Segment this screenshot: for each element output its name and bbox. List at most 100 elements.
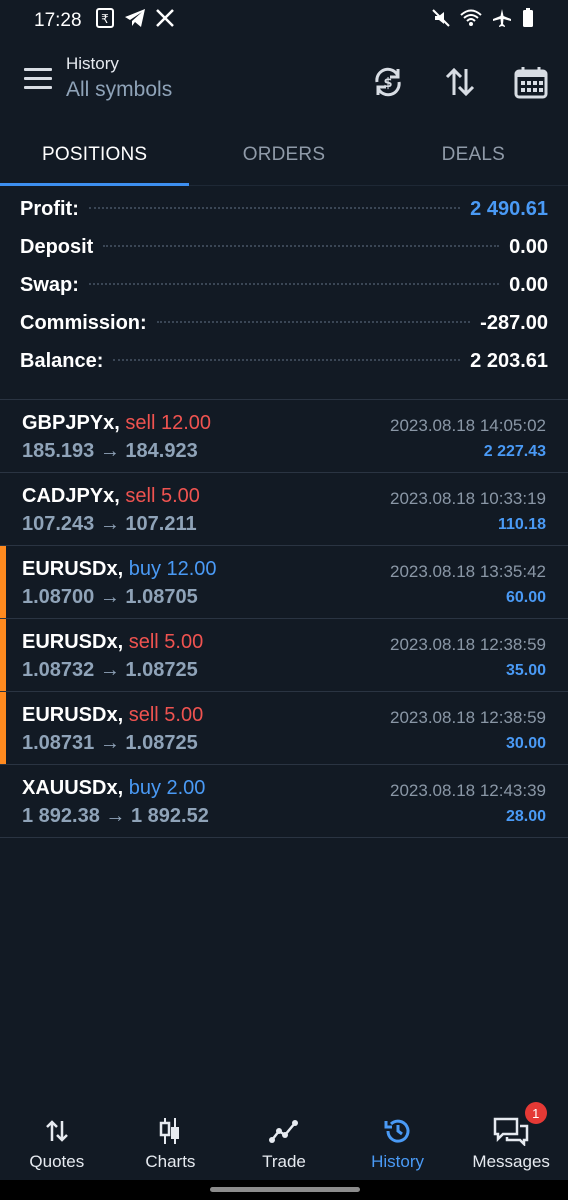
symbol-name: EURUSDx,: [22, 704, 124, 726]
telegram-icon: [124, 8, 146, 34]
nav-label: Charts: [145, 1152, 196, 1171]
list-item[interactable]: EURUSDx, sell 5.00 1.08732 → 1.08725 202…: [0, 619, 568, 692]
trade-symbol: CADJPYx, sell 5.00: [22, 485, 200, 508]
trade-side: buy 12.00: [128, 558, 217, 580]
trade-prices: 1.08732 → 1.08725: [22, 659, 198, 681]
charts-icon: [114, 1114, 228, 1148]
open-position-marker: [0, 546, 6, 618]
notification-badge: 1: [524, 1102, 547, 1124]
trade-icon: [227, 1114, 341, 1148]
x-icon: [155, 9, 174, 33]
tab-positions[interactable]: POSITIONS: [0, 126, 190, 186]
trade-time: 2023.08.18 12:38:59: [390, 708, 546, 727]
summary-label: Commission:: [20, 312, 147, 334]
nav-label: Quotes: [29, 1152, 85, 1171]
wifi-icon: [460, 9, 482, 33]
trade-side: sell 12.00: [125, 412, 212, 434]
menu-icon[interactable]: [24, 68, 52, 92]
battery-icon: [522, 8, 534, 34]
list-item[interactable]: CADJPYx, sell 5.00 107.243 → 107.211 202…: [0, 473, 568, 546]
tab-deals[interactable]: DEALS: [379, 126, 568, 185]
list-item[interactable]: GBPJPYx, sell 12.00 185.193 → 184.923 20…: [0, 400, 568, 473]
trade-side: sell 5.00: [128, 704, 204, 726]
app-header: History All symbols $: [0, 46, 568, 118]
nav-label: History: [371, 1152, 425, 1171]
nav-messages[interactable]: 1 Messages: [454, 1102, 568, 1180]
summary-balance: Balance: 2 203.61: [20, 350, 548, 388]
symbol-filter[interactable]: All symbols: [66, 78, 172, 102]
summary-swap: Swap: 0.00: [20, 274, 548, 312]
airplane-icon: [492, 8, 512, 34]
trade-time: 2023.08.18 10:33:19: [390, 489, 546, 508]
status-time: 17:28: [34, 10, 82, 31]
history-icon: [341, 1114, 455, 1148]
trade-profit: 2 227.43: [483, 443, 546, 460]
trade-side: buy 2.00: [128, 777, 206, 799]
home-indicator[interactable]: [210, 1187, 360, 1192]
trade-prices: 1 892.38 → 1 892.52: [22, 805, 209, 827]
symbol-name: EURUSDx,: [22, 631, 124, 653]
trade-profit: 60.00: [505, 589, 546, 606]
list-item[interactable]: EURUSDx, sell 5.00 1.08731 → 1.08725 202…: [0, 692, 568, 765]
rupee-icon: ₹: [95, 8, 114, 34]
svg-text:$: $: [383, 76, 392, 91]
trade-prices: 107.243 → 107.211: [22, 513, 197, 535]
trade-profit: 35.00: [505, 662, 546, 679]
trade-symbol: GBPJPYx, sell 12.00: [22, 412, 211, 435]
dotted-leader: [156, 321, 471, 323]
calendar-icon[interactable]: [511, 62, 551, 102]
summary-block: Profit: 2 490.61 Deposit 0.00 Swap: 0.00…: [20, 198, 548, 388]
trade-time: 2023.08.18 12:43:39: [390, 781, 546, 800]
trade-prices: 1.08700 → 1.08705: [22, 586, 198, 608]
trade-profit: 110.18: [497, 516, 546, 533]
mute-icon: [432, 9, 450, 33]
trade-symbol: EURUSDx, buy 12.00: [22, 558, 217, 581]
trade-side: sell 5.00: [125, 485, 200, 507]
list-item[interactable]: XAUUSDx, buy 2.00 1 892.38 → 1 892.52 20…: [0, 765, 568, 838]
nav-label: Messages: [472, 1152, 550, 1171]
open-position-marker: [0, 619, 6, 691]
trade-prices: 1.08731 → 1.08725: [22, 732, 198, 754]
trade-time: 2023.08.18 12:38:59: [390, 635, 546, 654]
nav-trade[interactable]: Trade: [227, 1108, 341, 1180]
symbol-name: XAUUSDx,: [22, 777, 124, 799]
summary-deposit: Deposit 0.00: [20, 236, 548, 274]
header-title-block[interactable]: History All symbols: [66, 54, 172, 102]
summary-value: 2 203.61: [470, 350, 548, 372]
dotted-leader: [88, 283, 500, 285]
summary-label: Balance:: [20, 350, 104, 372]
trade-profit: 28.00: [505, 808, 546, 825]
bottom-nav: Quotes Charts Trade History 1 Messages: [0, 1102, 568, 1180]
summary-value: 2 490.61: [470, 198, 548, 220]
summary-commission: Commission: -287.00: [20, 312, 548, 350]
open-position-marker: [0, 692, 6, 764]
quotes-icon: [0, 1114, 114, 1148]
nav-label: Trade: [262, 1152, 306, 1171]
trade-symbol: EURUSDx, sell 5.00: [22, 631, 203, 654]
summary-value: -287.00: [480, 312, 548, 334]
nav-history[interactable]: History: [341, 1108, 455, 1180]
trade-side: sell 5.00: [128, 631, 204, 653]
symbol-name: EURUSDx,: [22, 558, 124, 580]
dotted-leader: [88, 207, 461, 209]
sync-currency-icon[interactable]: $: [368, 62, 408, 102]
positions-list: GBPJPYx, sell 12.00 185.193 → 184.923 20…: [0, 400, 568, 838]
summary-value: 0.00: [509, 236, 548, 258]
dotted-leader: [103, 245, 500, 247]
nav-quotes[interactable]: Quotes: [0, 1108, 114, 1180]
trade-time: 2023.08.18 13:35:42: [390, 562, 546, 581]
system-nav-bar: [0, 1180, 568, 1200]
svg-text:₹: ₹: [101, 12, 109, 26]
summary-value: 0.00: [509, 274, 548, 296]
summary-label: Swap:: [20, 274, 79, 296]
tab-orders[interactable]: ORDERS: [189, 126, 378, 185]
trade-profit: 30.00: [505, 735, 546, 752]
summary-label: Deposit: [20, 236, 94, 258]
nav-charts[interactable]: Charts: [114, 1108, 228, 1180]
sort-icon[interactable]: [440, 62, 480, 102]
trade-symbol: EURUSDx, sell 5.00: [22, 704, 203, 727]
symbol-name: CADJPYx,: [22, 485, 120, 507]
trade-prices: 185.193 → 184.923: [22, 440, 198, 462]
trade-time: 2023.08.18 14:05:02: [390, 416, 546, 435]
list-item[interactable]: EURUSDx, buy 12.00 1.08700 → 1.08705 202…: [0, 546, 568, 619]
